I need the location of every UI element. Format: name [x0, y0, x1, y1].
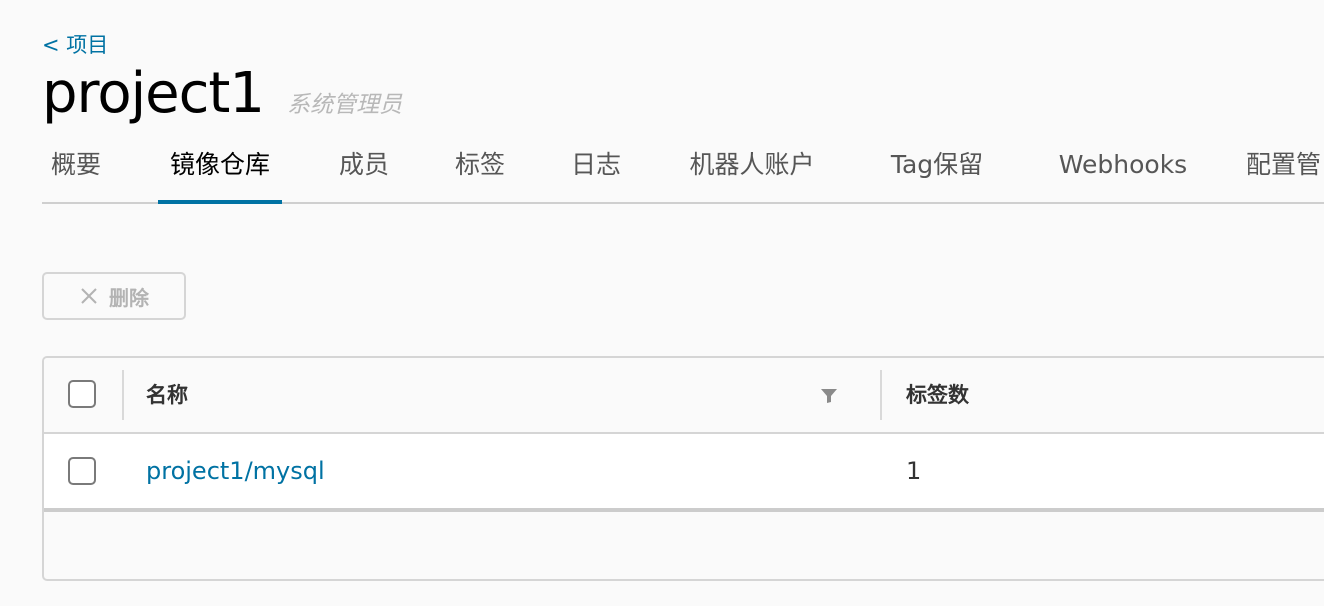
tab-members[interactable]: 成员	[330, 132, 398, 198]
table-row: project1/mysql 1	[44, 434, 1324, 508]
close-icon	[79, 286, 99, 306]
filter-icon[interactable]	[820, 388, 838, 408]
column-separator	[122, 370, 124, 420]
tab-configuration[interactable]: 配置管	[1246, 132, 1324, 198]
repositories-datagrid: 名称 标签数 project1/mysql 1	[42, 356, 1324, 581]
back-to-projects-link[interactable]: < 项目	[42, 31, 108, 59]
tab-robot-accounts[interactable]: 机器人账户	[678, 132, 826, 198]
row-checkbox[interactable]	[68, 457, 96, 485]
role-label: 系统管理员	[287, 92, 403, 118]
delete-button[interactable]: 删除	[42, 272, 186, 320]
datagrid-header: 名称 标签数	[44, 358, 1324, 434]
project-tabs: 概要 镜像仓库 成员 标签 日志 机器人账户 Tag保留 Webhooks 配置…	[42, 132, 1324, 204]
tab-logs[interactable]: 日志	[562, 132, 630, 198]
tag-count-cell: 1	[906, 457, 922, 485]
delete-button-label: 删除	[109, 287, 149, 310]
repository-name-link[interactable]: project1/mysql	[146, 434, 325, 508]
tab-labels[interactable]: 标签	[446, 132, 514, 198]
page-title: project1	[42, 61, 265, 126]
tab-tag-retention[interactable]: Tag保留	[874, 132, 1000, 198]
active-tab-indicator	[158, 200, 282, 204]
datagrid-footer-divider	[44, 508, 1324, 512]
column-header-tag-count[interactable]: 标签数	[906, 358, 969, 432]
tab-repositories[interactable]: 镜像仓库	[158, 132, 282, 198]
title-row: project1 系统管理员	[42, 58, 402, 130]
tab-summary[interactable]: 概要	[42, 132, 110, 198]
page: < 项目 project1 系统管理员 概要 镜像仓库 成员 标签 日志 机器人…	[0, 0, 1324, 606]
column-separator	[880, 370, 882, 420]
column-header-name[interactable]: 名称	[146, 358, 188, 432]
tab-webhooks[interactable]: Webhooks	[1048, 132, 1198, 198]
select-all-checkbox[interactable]	[68, 380, 96, 408]
